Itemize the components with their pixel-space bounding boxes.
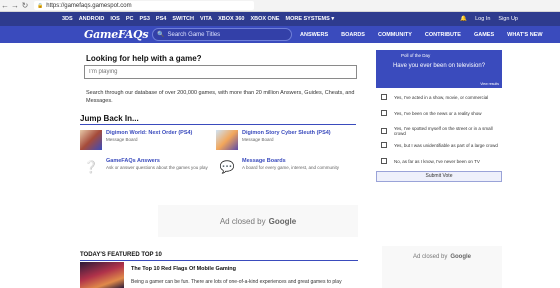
submit-vote-button[interactable]: Submit Vote xyxy=(376,171,502,182)
poll-results-link[interactable]: View results xyxy=(480,82,499,86)
jump-item-sub: Ask or answer questions about the games … xyxy=(106,165,208,170)
forward-arrow-icon[interactable]: → xyxy=(10,1,20,11)
jump-item[interactable]: Digimon Story Cyber Sleuth (PS4) Message… xyxy=(216,130,331,150)
ad-closed-text: Ad closed by xyxy=(219,216,266,226)
jump-item-title[interactable]: GameFAQs Answers xyxy=(106,158,208,164)
poll-option-label: Yes, I've been on the news or a reality … xyxy=(394,110,482,116)
poll-checkbox[interactable] xyxy=(381,158,387,164)
section-divider xyxy=(80,260,358,261)
help-description: Search through our database of over 200,… xyxy=(86,90,355,104)
google-logo: Google xyxy=(450,254,472,260)
platform-link[interactable]: SWITCH xyxy=(172,16,194,22)
poll-option-label: Yes, but I was unidentifiable as part of… xyxy=(394,142,498,148)
platform-bar: 3DS ANDROID IOS PC PS3 PS4 SWITCH VITA X… xyxy=(0,12,560,26)
article-thumbnail[interactable] xyxy=(80,262,124,288)
jump-item[interactable]: ❔ GameFAQs Answers Ask or answer questio… xyxy=(80,158,208,176)
account-links: 🔔 Log In Sign Up xyxy=(452,12,518,26)
jump-item[interactable]: Digimon World: Next Order (PS4) Message … xyxy=(80,130,192,150)
poll-option[interactable]: Yes, I've spotted myself on the street o… xyxy=(381,126,502,136)
jump-item[interactable]: 💬 Message Boards A board for every game,… xyxy=(216,158,340,176)
back-arrow-icon[interactable]: ← xyxy=(0,1,10,11)
poll-option[interactable]: Yes, I've acted in a show, movie, or com… xyxy=(381,94,488,100)
address-bar[interactable]: 🔒 https://gamefaqs.gamespot.com xyxy=(34,1,254,10)
chat-bubbles-icon: 💬 xyxy=(219,160,235,174)
jump-item-sub: Message Board xyxy=(242,137,274,142)
poll-header: Poll of the Day Have you ever been on te… xyxy=(376,50,502,88)
reload-icon[interactable]: ↻ xyxy=(20,1,30,11)
signup-link[interactable]: Sign Up xyxy=(498,16,518,22)
nav-whats-new[interactable]: WHAT'S NEW xyxy=(507,32,542,38)
notification-bell-icon[interactable]: 🔔 xyxy=(460,16,467,22)
jump-item-sub: Message Board xyxy=(106,137,138,142)
poll-option-label: No, as far as I know, I've never been on… xyxy=(394,158,480,164)
article-excerpt: Being a gamer can be fun. There are lots… xyxy=(131,279,342,285)
poll-question: Have you ever been on television? xyxy=(392,63,486,69)
article-title[interactable]: The Top 10 Red Flags Of Mobile Gaming xyxy=(131,266,236,272)
main-nav: ANSWERS BOARDS COMMUNITY CONTRIBUTE GAME… xyxy=(300,26,556,43)
poll-option[interactable]: Yes, but I was unidentifiable as part of… xyxy=(381,142,498,148)
ad-closed-text: Ad closed by xyxy=(412,254,448,260)
nav-contribute[interactable]: CONTRIBUTE xyxy=(425,32,461,38)
jump-item-sub: A board for every game, interest, and co… xyxy=(242,165,340,170)
platform-link[interactable]: VITA xyxy=(200,16,212,22)
search-input[interactable]: 🔍 Search Game Titles xyxy=(152,28,292,41)
nav-community[interactable]: COMMUNITY xyxy=(378,32,412,38)
main-header: GameFAQs 🔍 Search Game Titles ANSWERS BO… xyxy=(0,26,560,43)
poll-checkbox[interactable] xyxy=(381,110,387,116)
poll-checkbox[interactable] xyxy=(381,128,387,134)
nav-answers[interactable]: ANSWERS xyxy=(300,32,328,38)
poll-option-label: Yes, I've spotted myself on the street o… xyxy=(393,126,493,136)
game-thumbnail xyxy=(216,130,238,150)
nav-boards[interactable]: BOARDS xyxy=(341,32,365,38)
nav-games[interactable]: GAMES xyxy=(474,32,494,38)
help-title: Looking for help with a game? xyxy=(86,54,202,63)
jump-back-title: Jump Back In... xyxy=(80,114,139,123)
poll-tag: Poll of the Day xyxy=(401,53,431,58)
platform-link[interactable]: PS3 xyxy=(140,16,150,22)
jump-item-title[interactable]: Message Boards xyxy=(242,158,339,164)
search-placeholder: Search Game Titles xyxy=(167,31,221,38)
login-link[interactable]: Log In xyxy=(475,16,490,22)
more-systems-dropdown[interactable]: MORE SYSTEMS ▾ xyxy=(285,16,334,22)
section-divider xyxy=(80,124,356,125)
jump-item-title[interactable]: Digimon World: Next Order (PS4) xyxy=(106,130,192,136)
browser-toolbar: ← → ↻ 🔒 https://gamefaqs.gamespot.com xyxy=(0,0,560,12)
poll-checkbox[interactable] xyxy=(381,94,387,100)
gamefaqs-logo[interactable]: GameFAQs xyxy=(84,26,149,43)
ad-placeholder: Ad closed by Google xyxy=(158,205,358,237)
search-icon: 🔍 xyxy=(157,32,165,38)
game-search-input[interactable] xyxy=(84,65,357,79)
question-bubble-icon: ❔ xyxy=(83,160,99,174)
platform-link[interactable]: ANDROID xyxy=(79,16,105,22)
url-text: https://gamefaqs.gamespot.com xyxy=(46,2,132,9)
poll-widget: Poll of the Day Have you ever been on te… xyxy=(376,50,502,182)
google-logo: Google xyxy=(268,216,297,226)
ad-placeholder: Ad closed by Google xyxy=(382,246,502,288)
poll-option-label: Yes, I've acted in a show, movie, or com… xyxy=(394,94,489,100)
poll-checkbox[interactable] xyxy=(381,142,387,148)
platform-link[interactable]: XBOX 360 xyxy=(218,16,244,22)
platform-link[interactable]: IOS xyxy=(110,16,119,22)
poll-option[interactable]: No, as far as I know, I've never been on… xyxy=(381,158,480,164)
platform-link[interactable]: 3DS xyxy=(62,16,73,22)
featured-title: TODAY'S FEATURED TOP 10 xyxy=(80,252,162,258)
lock-icon: 🔒 xyxy=(37,2,44,9)
platform-link[interactable]: PS4 xyxy=(156,16,166,22)
platform-link[interactable]: XBOX ONE xyxy=(250,16,279,22)
platform-link[interactable]: PC xyxy=(126,16,134,22)
jump-item-title[interactable]: Digimon Story Cyber Sleuth (PS4) xyxy=(242,130,331,136)
poll-option[interactable]: Yes, I've been on the news or a reality … xyxy=(381,110,482,116)
game-thumbnail xyxy=(80,130,102,150)
